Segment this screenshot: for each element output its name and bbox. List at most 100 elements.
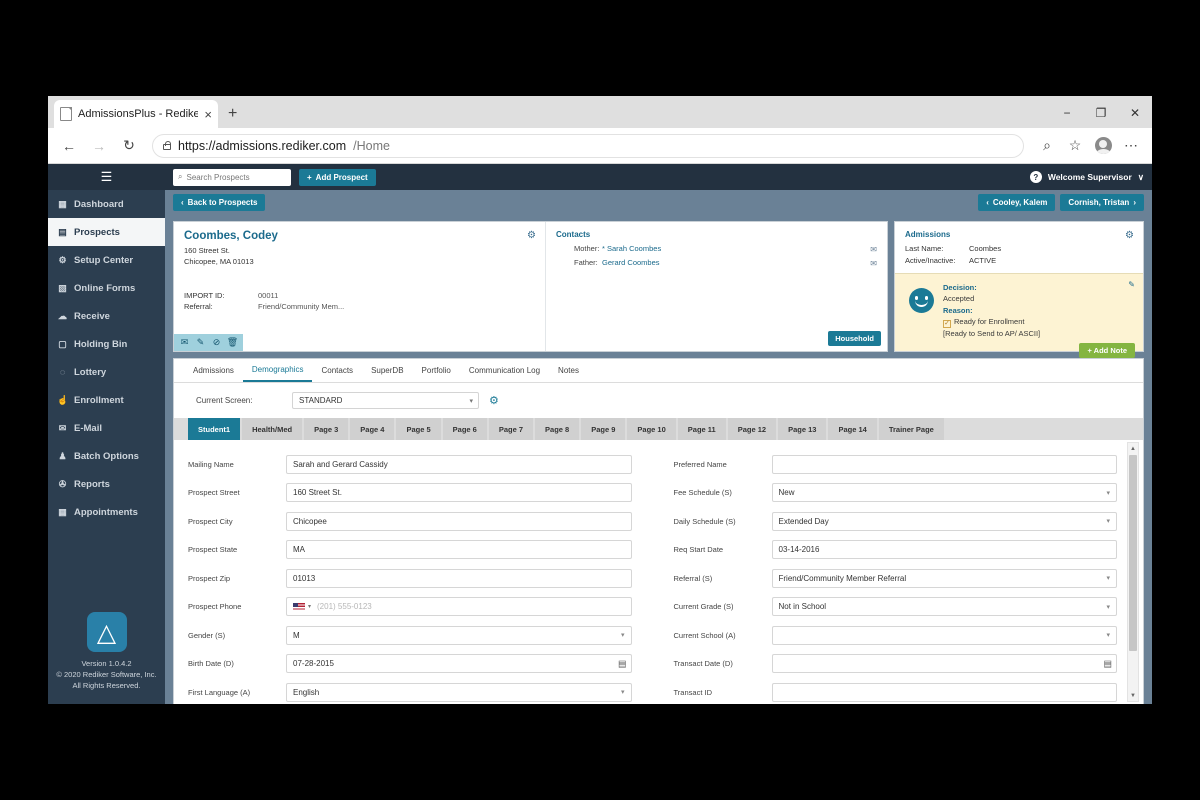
- sidebar-item-appointments[interactable]: ▦ Appointments: [48, 498, 165, 526]
- block-icon[interactable]: ⊘: [209, 336, 224, 349]
- page-tab-trainer[interactable]: Trainer Page: [878, 418, 944, 440]
- page-tab-student1[interactable]: Student1: [188, 418, 241, 440]
- favorite-icon[interactable]: ☆: [1062, 133, 1088, 159]
- sidebar-item-setup-center[interactable]: ⚙ Setup Center: [48, 246, 165, 274]
- sidebar-item-batch-options[interactable]: ♟ Batch Options: [48, 442, 165, 470]
- prospect-phone-input[interactable]: ▾ (201) 555-0123: [286, 597, 632, 617]
- sidebar-item-enrollment[interactable]: ☝ Enrollment: [48, 386, 165, 414]
- maximize-icon[interactable]: ❐: [1084, 98, 1118, 128]
- page-tab-12[interactable]: Page 12: [727, 418, 777, 440]
- gear-icon[interactable]: ⚙: [527, 230, 536, 241]
- sidebar-item-receive[interactable]: ☁ Receive: [48, 302, 165, 330]
- field-first-language: First Language (A) English: [188, 678, 632, 704]
- sidebar-item-reports[interactable]: ✇ Reports: [48, 470, 165, 498]
- prospect-city-input[interactable]: Chicopee: [286, 511, 632, 531]
- gender-select[interactable]: M: [286, 625, 632, 645]
- page-tab-6[interactable]: Page 6: [442, 418, 487, 440]
- page-tab-14[interactable]: Page 14: [828, 418, 877, 440]
- chevron-down-icon[interactable]: ▾: [308, 603, 311, 610]
- new-tab-button[interactable]: +: [228, 105, 237, 123]
- page-tab-3[interactable]: Page 3: [304, 418, 349, 440]
- tab-portfolio[interactable]: Portfolio: [413, 359, 460, 382]
- previous-prospect-button[interactable]: ‹ Cooley, Kalem: [978, 194, 1056, 211]
- page-tab-10[interactable]: Page 10: [627, 418, 676, 440]
- tab-communication-log[interactable]: Communication Log: [460, 359, 549, 382]
- zoom-icon[interactable]: ⌕: [1034, 133, 1060, 159]
- back-icon[interactable]: ←: [56, 133, 82, 159]
- add-note-button[interactable]: + Add Note: [1079, 343, 1135, 358]
- prospect-state-input[interactable]: MA: [286, 540, 632, 560]
- transact-id-input[interactable]: [771, 682, 1117, 702]
- page-tab-11[interactable]: Page 11: [677, 418, 726, 440]
- sidebar-item-holding-bin[interactable]: ▢ Holding Bin: [48, 330, 165, 358]
- tab-demographics[interactable]: Demographics: [242, 359, 313, 382]
- welcome-label[interactable]: Welcome Supervisor: [1048, 172, 1132, 182]
- contact-name[interactable]: * Sarah Coombes: [602, 243, 661, 256]
- add-prospect-button[interactable]: + Add Prospect: [299, 168, 376, 186]
- edit-icon[interactable]: ✎: [193, 336, 208, 349]
- daily-schedule-select[interactable]: Extended Day: [771, 511, 1117, 531]
- current-grade-select[interactable]: Not in School: [771, 597, 1117, 617]
- sidebar-item-dashboard[interactable]: ▦ Dashboard: [48, 190, 165, 218]
- checkbox-icon[interactable]: ✓: [943, 319, 951, 328]
- tab-contacts[interactable]: Contacts: [312, 359, 362, 382]
- address-bar[interactable]: https://admissions.rediker.com/Home: [152, 133, 1024, 158]
- tab-notes[interactable]: Notes: [549, 359, 588, 382]
- mailing-name-input[interactable]: Sarah and Gerard Cassidy: [286, 454, 632, 474]
- prospect-zip-input[interactable]: 01013: [286, 568, 632, 588]
- sidebar-item-lottery[interactable]: ◌ Lottery: [48, 358, 165, 386]
- page-tab-13[interactable]: Page 13: [778, 418, 827, 440]
- fee-schedule-select[interactable]: New: [771, 483, 1117, 503]
- window-close-icon[interactable]: ✕: [1118, 98, 1152, 128]
- sidebar-item-online-forms[interactable]: ▧ Online Forms: [48, 274, 165, 302]
- search-input[interactable]: ⌕ Search Prospects: [173, 168, 291, 186]
- envelope-icon[interactable]: ✉: [177, 336, 192, 349]
- scrollbar-thumb[interactable]: [1129, 455, 1137, 651]
- req-start-date-input[interactable]: 03-14-2016: [771, 540, 1117, 560]
- household-button[interactable]: Household: [828, 331, 881, 346]
- first-language-select[interactable]: English: [286, 682, 632, 702]
- copyright-label: © 2020 Rediker Software, Inc.: [56, 670, 157, 680]
- current-school-select[interactable]: [771, 625, 1117, 645]
- birth-date-input[interactable]: 07-28-2015: [286, 654, 632, 674]
- preferred-name-input[interactable]: [771, 454, 1117, 474]
- gear-icon[interactable]: ⚙: [489, 394, 499, 407]
- profile-avatar[interactable]: [1090, 133, 1116, 159]
- help-icon[interactable]: ?: [1029, 171, 1042, 183]
- page-tab-9[interactable]: Page 9: [581, 418, 626, 440]
- form-scrollbar[interactable]: ▲ ▼: [1127, 442, 1139, 702]
- browser-menu-icon[interactable]: ⋯: [1118, 133, 1144, 159]
- sidebar-item-prospects[interactable]: ▤ Prospects: [48, 218, 165, 246]
- current-screen-select[interactable]: STANDARD: [292, 392, 479, 409]
- transact-date-input[interactable]: [771, 654, 1117, 674]
- sidebar-item-label: Prospects: [74, 226, 120, 238]
- close-icon[interactable]: ×: [204, 107, 212, 122]
- referral-select[interactable]: Friend/Community Member Referral: [771, 568, 1117, 588]
- page-tab-4[interactable]: Page 4: [350, 418, 395, 440]
- next-prospect-button[interactable]: Cornish, Tristan ›: [1060, 194, 1144, 211]
- contact-name[interactable]: Gerard Coombes: [602, 257, 660, 270]
- trash-icon[interactable]: 🗑: [225, 336, 240, 349]
- sidebar-item-email[interactable]: ✉ E-Mail: [48, 414, 165, 442]
- tab-admissions[interactable]: Admissions: [184, 359, 243, 382]
- reload-icon[interactable]: ↻: [116, 133, 142, 159]
- sidebar-toggle[interactable]: ☰: [48, 164, 165, 190]
- forward-icon[interactable]: →: [86, 133, 112, 159]
- scroll-down-icon[interactable]: ▼: [1128, 690, 1138, 701]
- browser-tab[interactable]: AdmissionsPlus - Rediker Softwa ×: [54, 100, 218, 128]
- page-tab-7[interactable]: Page 7: [488, 418, 534, 440]
- scroll-up-icon[interactable]: ▲: [1128, 443, 1138, 454]
- back-to-prospects-button[interactable]: ‹ Back to Prospects: [173, 194, 266, 211]
- page-tab-health-med[interactable]: Health/Med: [242, 418, 303, 440]
- envelope-icon[interactable]: ✉: [870, 243, 877, 257]
- edit-icon[interactable]: ✎: [1128, 280, 1135, 289]
- tab-superdb[interactable]: SuperDB: [362, 359, 412, 382]
- gear-icon[interactable]: ⚙: [1125, 230, 1134, 241]
- prospect-street-input[interactable]: 160 Street St.: [286, 483, 632, 503]
- minimize-icon[interactable]: −: [1050, 98, 1084, 128]
- page-tab-8[interactable]: Page 8: [535, 418, 580, 440]
- page-tab-5[interactable]: Page 5: [396, 418, 441, 440]
- field-label: Transact Date (D): [673, 659, 733, 669]
- chevron-down-icon[interactable]: ∨: [1138, 172, 1144, 183]
- envelope-icon[interactable]: ✉: [870, 257, 877, 271]
